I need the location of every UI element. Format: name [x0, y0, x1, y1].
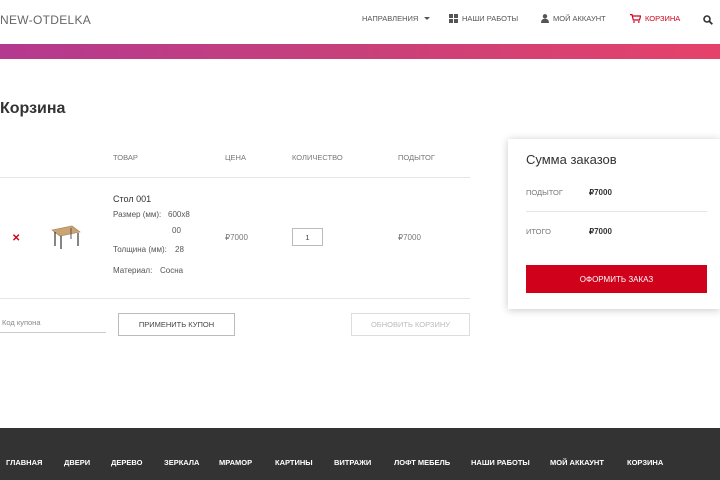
footer-nav-cart[interactable]: Корзина: [627, 458, 663, 467]
footer-nav-stained-glass[interactable]: Витражи: [334, 458, 371, 467]
item-price: ₽7000: [225, 233, 248, 242]
summary-title: Сумма заказов: [526, 152, 617, 167]
product-size-value-2: 00: [172, 226, 181, 235]
footer-nav-home[interactable]: Главная: [6, 458, 42, 467]
summary-divider: [526, 211, 707, 212]
summary-total-value: ₽7000: [589, 227, 612, 236]
product-name[interactable]: Стол 001: [113, 194, 151, 204]
product-material-label: Материал:: [113, 266, 153, 275]
remove-item-icon[interactable]: ✕: [12, 233, 20, 244]
nav-cart-label: Корзина: [645, 14, 681, 23]
nav-account[interactable]: Мой аккаунт: [541, 14, 606, 23]
nav-directions-label: Направления: [362, 14, 419, 23]
nav-our-works[interactable]: Наши работы: [449, 14, 518, 23]
nav-our-works-label: Наши работы: [462, 14, 519, 23]
footer-nav-paintings[interactable]: Картины: [275, 458, 313, 467]
footer-nav-loft-furniture[interactable]: Лофт мебель: [394, 458, 450, 467]
grid-icon: [449, 14, 458, 23]
nav-account-label: Мой аккаунт: [553, 14, 606, 23]
page-title: Корзина: [0, 100, 66, 117]
search-icon[interactable]: [703, 15, 713, 25]
footer-nav-wood[interactable]: Дерево: [111, 458, 142, 467]
product-thumbnail[interactable]: [50, 224, 82, 250]
footer: [0, 428, 720, 480]
table-divider: [0, 298, 470, 299]
caret-down-icon: [424, 17, 431, 20]
column-header-quantity: Количество: [292, 153, 343, 162]
item-subtotal: ₽7000: [398, 233, 421, 242]
summary-subtotal-value: ₽7000: [589, 188, 612, 197]
table-divider: [0, 177, 470, 178]
user-icon: [541, 14, 549, 23]
cart-icon: [630, 14, 641, 23]
product-size-value-1: 600x8: [168, 210, 190, 219]
apply-coupon-button[interactable]: Применить купон: [118, 313, 235, 336]
summary-subtotal-label: Подытог: [526, 188, 563, 197]
update-cart-button[interactable]: Обновить корзину: [351, 313, 470, 336]
header-gradient-bar: [0, 44, 720, 59]
column-header-price: Цена: [225, 153, 246, 162]
product-thickness-value: 28: [175, 245, 184, 254]
quantity-input[interactable]: [292, 228, 323, 246]
footer-nav-account[interactable]: Мой аккаунт: [550, 458, 604, 467]
footer-nav-our-works[interactable]: Наши работы: [471, 458, 530, 467]
checkout-button[interactable]: Оформить заказ: [526, 265, 707, 293]
product-material-value: Сосна: [160, 266, 184, 275]
nav-cart[interactable]: Корзина: [630, 14, 680, 23]
product-size-label: Размер (мм):: [113, 210, 162, 219]
column-header-product: Товар: [113, 153, 138, 162]
header: [0, 0, 720, 44]
nav-directions[interactable]: Направления: [362, 14, 431, 23]
site-logo[interactable]: NEW-OTDELKA: [0, 13, 91, 27]
footer-nav-doors[interactable]: Двери: [64, 458, 90, 467]
footer-nav-mirrors[interactable]: Зеркала: [164, 458, 199, 467]
product-thickness-label: Толщина (мм):: [113, 245, 167, 254]
coupon-input[interactable]: [0, 313, 106, 333]
summary-total-label: Итого: [526, 227, 551, 236]
footer-nav-marble[interactable]: Мрамор: [219, 458, 252, 467]
column-header-subtotal: Подытог: [398, 153, 435, 162]
